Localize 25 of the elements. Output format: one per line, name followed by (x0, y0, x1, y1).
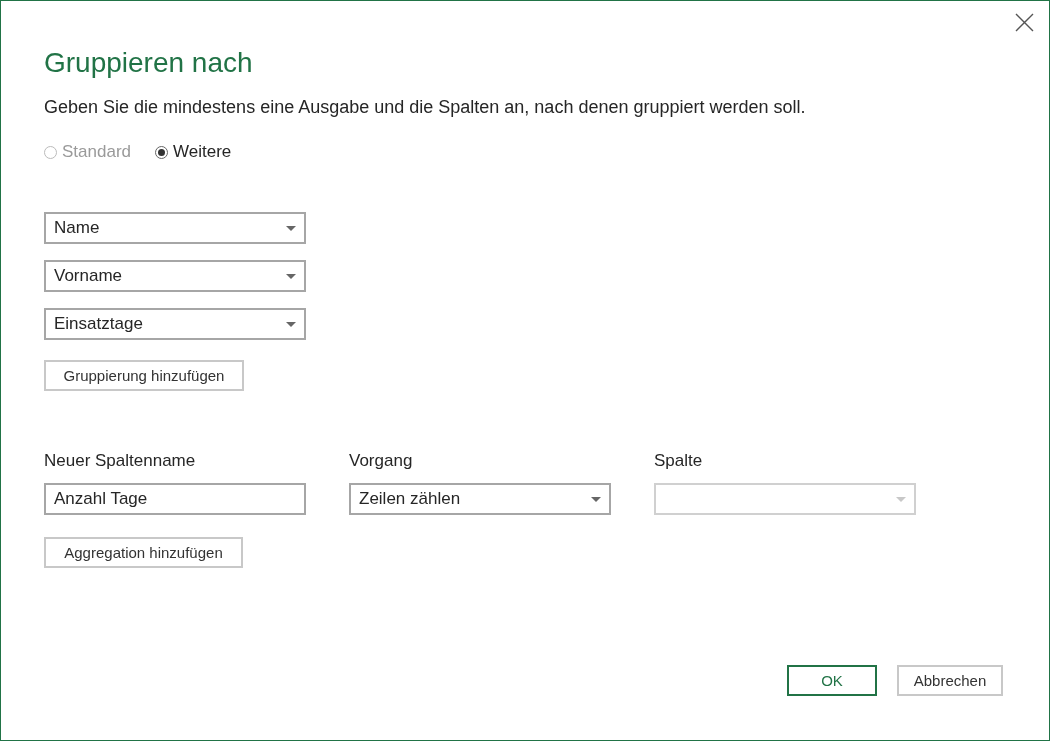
dropdown-arrow-icon (896, 496, 906, 502)
dialog-title: Gruppieren nach (44, 46, 254, 80)
ok-button[interactable]: OK (787, 665, 877, 696)
dropdown-value: Zeilen zählen (359, 489, 461, 509)
dropdown-value: Einsatztage (54, 314, 143, 334)
dropdown-arrow-icon (286, 273, 296, 279)
dropdown-arrow-icon (591, 496, 601, 502)
close-icon[interactable] (1015, 13, 1034, 32)
dropdown-arrow-icon (286, 225, 296, 231)
dropdown-field[interactable]: Zeilen zählen (349, 483, 611, 515)
dialog-description: Geben Sie die mindestens eine Ausgabe und die Spalten an, nach denen gruppiert werden soll. (44, 96, 807, 119)
column-label: Spalte (654, 450, 704, 472)
add-grouping-button[interactable]: Gruppierung hinzufügen (44, 360, 244, 391)
dropdown-field[interactable]: Vorname (44, 260, 306, 292)
dropdown-field[interactable]: Name (44, 212, 306, 244)
add-aggregation-button[interactable]: Aggregation hinzufügen (44, 537, 243, 568)
radio-option[interactable]: Weitere (155, 140, 232, 164)
dropdown-value: Name (54, 218, 100, 238)
dropdown-arrow-icon (286, 321, 296, 327)
cancel-button[interactable]: Abbrechen (897, 665, 1003, 696)
dropdown-field[interactable]: Einsatztage (44, 308, 306, 340)
dropdown-value: Vorname (54, 266, 123, 286)
column-label: Neuer Spaltenname (44, 450, 197, 472)
column-name-input[interactable]: Anzahl Tage (44, 483, 306, 515)
column-label: Vorgang (349, 450, 414, 472)
